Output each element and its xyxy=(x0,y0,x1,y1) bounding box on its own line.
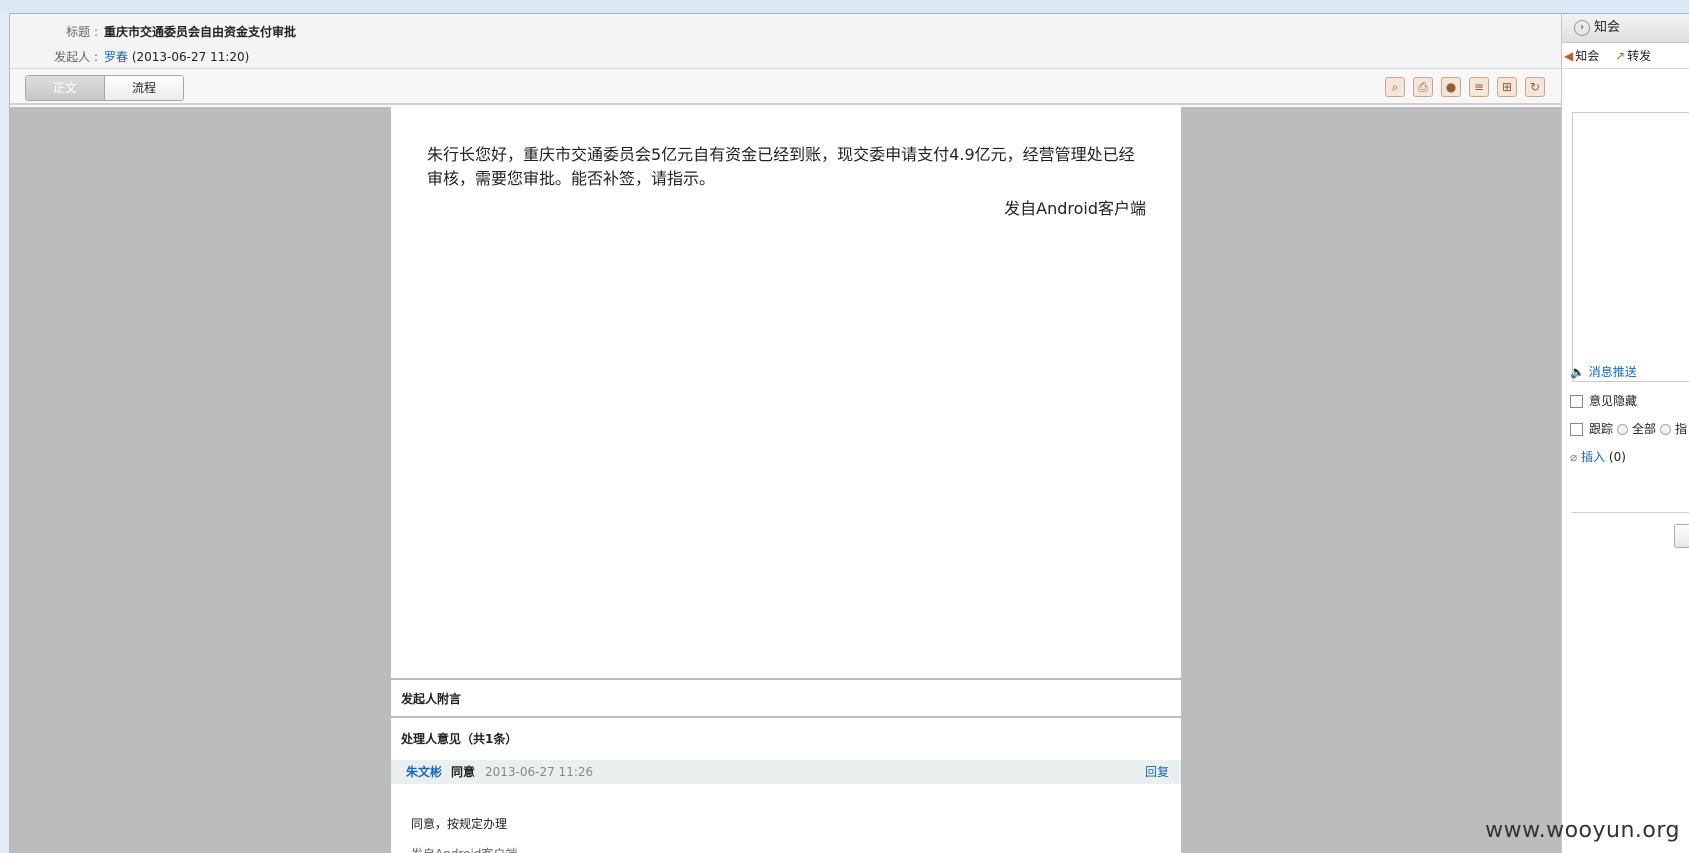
document-canvas: 朱行长您好，重庆市交通委员会5亿元自有资金已经到账，现交委申请支付4.9亿元，经… xyxy=(10,107,1561,853)
opinion-action: 同意 xyxy=(451,765,476,779)
document-page: 朱行长您好，重庆市交通委员会5亿元自有资金已经到账，现交委申请支付4.9亿元，经… xyxy=(391,107,1181,853)
opinion-textarea[interactable] xyxy=(1572,112,1689,382)
opinion-signature: 发自Android客户端 xyxy=(411,847,517,853)
view-tabs: 正文 流程 xyxy=(25,75,184,101)
title-label: 标题 : xyxy=(66,25,98,39)
track-row: 跟踪 全部 指 xyxy=(1570,420,1687,437)
right-panel-title: 知会 xyxy=(1594,20,1621,35)
submit-button[interactable] xyxy=(1674,524,1689,548)
right-panel: › 知会 ◀ 知会 ↗ 转发 🔈 消息推送 意见隐藏 跟踪 全部指 ⌀ 插入 (0) xyxy=(1561,14,1689,853)
chevron-right-icon[interactable]: › xyxy=(1574,19,1590,36)
main-panel: 标题 : 重庆市交通委员会自由资金支付审批 发起人 : 罗春 (2013-06-27… xyxy=(10,14,1561,853)
opinion-time: 2013-06-27 11:26 xyxy=(485,765,594,779)
insert-count: (0) xyxy=(1608,450,1626,464)
document-text: 朱行长您好，重庆市交通委员会5亿元自有资金已经到账，现交委申请支付4.9亿元，经… xyxy=(427,145,1135,188)
opinion-author-link[interactable]: 朱文彬 xyxy=(406,760,442,784)
toolbar-icons: ⌕ ⎙ ● ≡ ⊞ ↻ xyxy=(1385,77,1545,97)
export-icon[interactable]: ⊞ xyxy=(1497,77,1517,97)
notify-button[interactable]: ◀ 知会 xyxy=(1562,49,1599,63)
left-edge-panel xyxy=(0,13,10,853)
paperclip-icon: ⌀ xyxy=(1570,450,1578,464)
page-title: 重庆市交通委员会自由资金支付审批 xyxy=(104,25,297,39)
track-label: 跟踪 xyxy=(1589,422,1614,436)
speaker-icon: 🔈 xyxy=(1570,365,1585,379)
reply-link[interactable]: 回复 xyxy=(1145,760,1169,784)
tab-flow[interactable]: 流程 xyxy=(105,76,183,100)
right-panel-actions: ◀ 知会 ↗ 转发 xyxy=(1562,44,1689,69)
forward-icon: ↗ xyxy=(1615,49,1626,63)
sender-label: 发起人 : xyxy=(54,50,98,64)
sender-time: (2013-06-27 11:20) xyxy=(128,50,250,64)
right-panel-header[interactable]: › 知会 xyxy=(1562,14,1689,43)
forward-label: 转发 xyxy=(1627,49,1652,63)
opinion-header: 朱文彬 同意 2013-06-27 11:26 回复 xyxy=(391,760,1181,784)
message-push-link[interactable]: 消息推送 xyxy=(1589,365,1637,379)
hide-opinion-checkbox[interactable] xyxy=(1570,395,1583,408)
header: 标题 : 重庆市交通委员会自由资金支付审批 发起人 : 罗春 (2013-06-27… xyxy=(10,14,1561,69)
watermark: www.wooyun.org xyxy=(1485,818,1680,843)
print-icon[interactable]: ⎙ xyxy=(1413,77,1433,97)
track-all-label: 全部 xyxy=(1632,422,1657,436)
handler-opinions-heading: 处理人意见（共1条） xyxy=(401,732,518,746)
track-specific-label: 指 xyxy=(1675,422,1688,436)
record-icon[interactable]: ● xyxy=(1441,77,1461,97)
hide-opinion-row: 意见隐藏 xyxy=(1570,392,1637,409)
sender-note-heading: 发起人附言 xyxy=(391,680,1181,718)
message-push-row[interactable]: 🔈 消息推送 xyxy=(1570,363,1637,380)
track-all-radio[interactable] xyxy=(1617,424,1629,435)
speaker-icon: ◀ xyxy=(1564,49,1574,63)
document-signature: 发自Android客户端 xyxy=(1004,199,1146,218)
track-specific-radio[interactable] xyxy=(1660,424,1672,435)
sender-row: 发起人 : 罗春 (2013-06-27 11:20) xyxy=(10,48,249,65)
tab-body[interactable]: 正文 xyxy=(26,76,105,100)
right-panel-divider xyxy=(1572,512,1689,513)
forward-button[interactable]: ↗ 转发 xyxy=(1613,49,1651,63)
refresh-icon[interactable]: ↻ xyxy=(1525,77,1545,97)
title-row: 标题 : 重庆市交通委员会自由资金支付审批 xyxy=(10,23,296,40)
hide-opinion-label: 意见隐藏 xyxy=(1589,394,1638,408)
notify-label: 知会 xyxy=(1575,49,1600,63)
document-icon[interactable]: ≡ xyxy=(1469,77,1489,97)
document-body: 朱行长您好，重庆市交通委员会5亿元自有资金已经到账，现交委申请支付4.9亿元，经… xyxy=(391,107,1181,680)
track-checkbox[interactable] xyxy=(1570,423,1583,436)
insert-row: ⌀ 插入 (0) xyxy=(1570,448,1626,465)
window-top-strip xyxy=(0,0,1689,14)
opinion-text: 同意，按规定办理 xyxy=(411,817,508,831)
toolbar-divider xyxy=(10,103,1561,105)
zoom-icon[interactable]: ⌕ xyxy=(1385,77,1405,97)
sender-name-link[interactable]: 罗春 xyxy=(104,50,128,64)
insert-link[interactable]: 插入 xyxy=(1581,450,1605,464)
